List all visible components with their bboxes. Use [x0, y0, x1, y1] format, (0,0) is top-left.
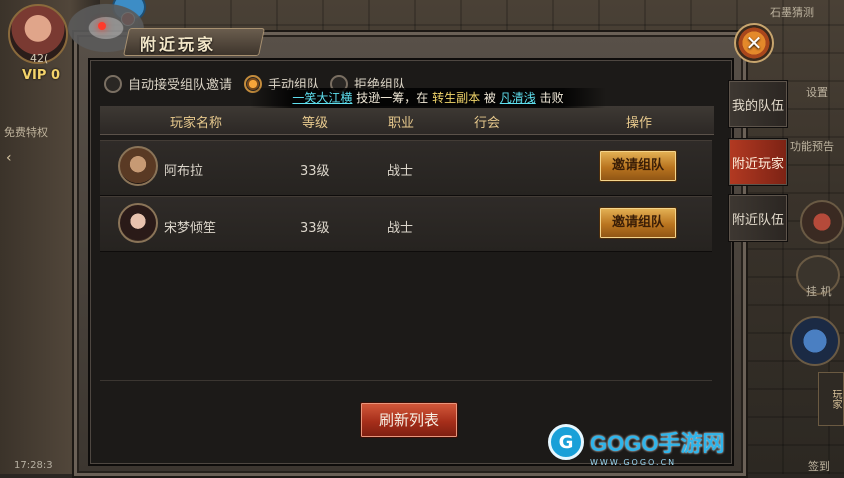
invite-team-button[interactable]: 邀请组队	[599, 150, 677, 182]
check-in-label[interactable]: 签到	[808, 458, 830, 474]
player-job-cell: 战士	[387, 164, 414, 179]
chevron-left-icon[interactable]: ‹	[6, 150, 12, 166]
option-auto-accept[interactable]: 自动接受组队邀请	[104, 74, 232, 93]
list-bottom-divider	[100, 380, 712, 387]
announcement-mode: 转生副本	[432, 91, 481, 105]
column-header-action: 操作	[626, 116, 653, 131]
invite-team-button[interactable]: 邀请组队	[599, 207, 677, 239]
clock-text: 17:28:3	[14, 460, 53, 471]
panel-title: 附近玩家	[140, 35, 217, 54]
announcement-player-link[interactable]: 凡清浅	[500, 91, 536, 105]
settings-label[interactable]: 设置	[806, 84, 828, 100]
close-button[interactable]: ✕	[734, 23, 774, 63]
player-avatar	[118, 146, 158, 186]
free-privilege-label[interactable]: 免费特权	[4, 124, 48, 140]
player-level-cell: 33级	[300, 221, 330, 236]
watermark-url: WWW.GOGO.CN	[590, 458, 677, 467]
player-avatar	[118, 203, 158, 243]
announcement-text: 击败	[535, 91, 564, 105]
player-name: 阿布拉	[164, 164, 204, 179]
refresh-list-button[interactable]: 刷新列表	[360, 402, 458, 438]
player-level-cell: 33级	[300, 164, 330, 179]
column-header-job: 职业	[388, 116, 415, 131]
watermark-text: GOGO手游网	[590, 431, 725, 456]
side-player-tab[interactable]: 玩家	[818, 372, 844, 426]
announcement-text: 被	[480, 91, 500, 105]
hangup-label[interactable]: 挂 机	[806, 283, 832, 299]
column-header-guild: 行会	[474, 116, 501, 131]
watermark: G GOGO手游网	[548, 424, 724, 460]
tab-nearby-teams[interactable]: 附近队伍	[728, 194, 788, 242]
player-job-cell: 战士	[387, 221, 414, 236]
tab-nearby-players[interactable]: 附近玩家	[728, 138, 788, 186]
vip-badge[interactable]: VIP 0	[22, 68, 60, 83]
tab-my-team[interactable]: 我的队伍	[728, 80, 788, 128]
column-header-level: 等级	[302, 116, 329, 131]
magic-orb-icon[interactable]	[790, 316, 840, 366]
option-label: 自动接受组队邀请	[128, 78, 233, 93]
close-icon: ✕	[745, 31, 763, 55]
dragon-eye-icon	[98, 22, 106, 30]
stone-guess-label[interactable]: 石墨猜测	[770, 4, 814, 20]
player-name: 宋梦倾笙	[164, 221, 217, 236]
watermark-logo-icon: G	[548, 424, 584, 460]
column-header-name: 玩家名称	[170, 116, 223, 131]
announcement-player-link[interactable]: 一笑大江横	[292, 91, 352, 105]
skill-orb-icon[interactable]	[800, 200, 844, 244]
kill-announcement-banner: 一笑大江横 技逊一筹，在 转生副本 被 凡清浅 击败	[250, 88, 606, 108]
feature-preview-label[interactable]: 功能预告	[790, 138, 834, 154]
announcement-text: 技逊一筹，在	[352, 91, 433, 105]
radio-icon[interactable]	[104, 74, 122, 93]
